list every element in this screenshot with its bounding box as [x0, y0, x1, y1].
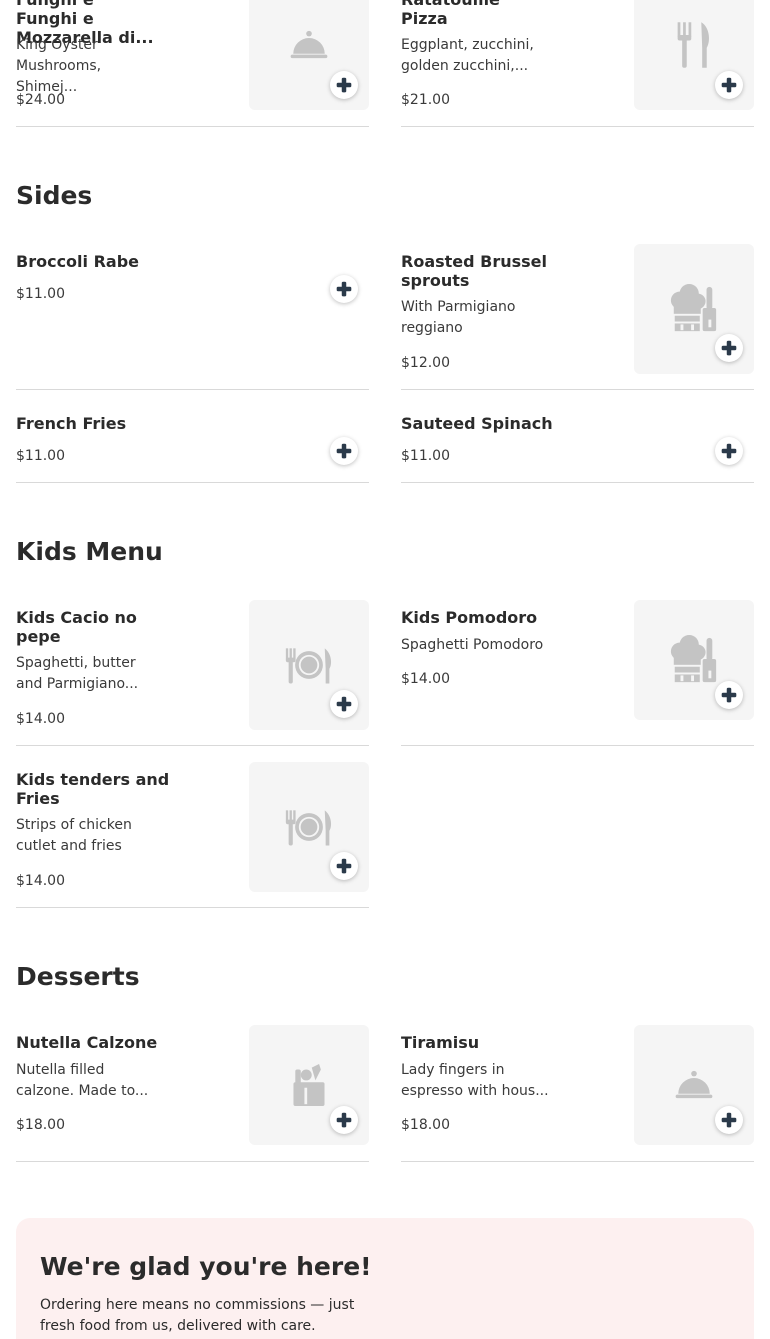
item-price: $14.00 [16, 711, 65, 727]
cloche-icon [673, 1067, 715, 1103]
item-price: $12.00 [401, 355, 450, 371]
item-name: Ratatouille Pizza [401, 0, 500, 28]
item-name: Roasted Brussel sprouts [401, 252, 548, 290]
item-price: $14.00 [401, 671, 450, 687]
item-description: Spaghetti Pomodoro [401, 637, 544, 653]
item-description: Nutella filled calzone. Made to... [16, 1062, 149, 1099]
chef-icon [668, 634, 720, 686]
plus-icon [335, 1111, 353, 1129]
add-item-button[interactable] [715, 437, 743, 465]
item-price: $11.00 [401, 448, 450, 464]
menu-item[interactable]: Roasted Brussel sprouts With Parmigiano … [401, 244, 754, 390]
chef-icon [668, 283, 720, 335]
menu-item[interactable]: Nutella Calzone Nutella filled calzone. … [16, 1025, 369, 1162]
plus-icon [335, 442, 353, 460]
add-item-button[interactable] [330, 437, 358, 465]
add-item-button[interactable] [715, 681, 743, 709]
add-item-button[interactable] [330, 275, 358, 303]
item-description: Strips of chicken cutlet and fries [16, 817, 132, 854]
add-item-button[interactable] [330, 1106, 358, 1134]
item-name: Sauteed Spinach [401, 414, 553, 433]
plus-icon [720, 442, 738, 460]
grocery-bag-icon [288, 1062, 330, 1108]
plus-icon [720, 686, 738, 704]
add-item-button[interactable] [330, 71, 358, 99]
item-price: $14.00 [16, 873, 65, 889]
item-description: Spaghetti, butter and Parmigiano... [16, 655, 139, 692]
plus-icon [335, 857, 353, 875]
welcome-banner: We're glad you're here! Ordering here me… [16, 1218, 754, 1339]
plus-icon [720, 339, 738, 357]
item-name: Kids Pomodoro [401, 608, 538, 627]
item-price: $11.00 [16, 286, 65, 302]
plate-utensils-icon [284, 644, 334, 686]
banner-text: Ordering here means no commissions — jus… [40, 1297, 355, 1334]
item-price: $18.00 [16, 1117, 65, 1133]
banner-title: We're glad you're here! [40, 1252, 372, 1281]
item-price: $11.00 [16, 448, 65, 464]
menu-item[interactable]: Kids tenders and Fries Strips of chicken… [16, 762, 369, 908]
section-title-kids-menu: Kids Menu [16, 537, 163, 566]
menu-item[interactable]: Ratatouille Pizza Eggplant, zucchini, go… [401, 0, 754, 127]
plus-icon [335, 280, 353, 298]
add-item-button[interactable] [715, 1106, 743, 1134]
item-name: Kids Cacio no pepe [16, 608, 137, 646]
item-price: $21.00 [401, 92, 450, 108]
item-name: Broccoli Rabe [16, 252, 139, 271]
section-title-sides: Sides [16, 181, 93, 210]
item-name: Tiramisu [401, 1033, 480, 1052]
item-description: With Parmigiano reggiano [401, 299, 516, 336]
menu-item[interactable]: French Fries $11.00 [16, 406, 369, 483]
menu-item[interactable]: Funghi e Funghi e Mozzarella di... King … [16, 0, 369, 127]
cloche-icon [288, 27, 330, 63]
plate-utensils-icon [284, 806, 334, 848]
plus-icon [335, 76, 353, 94]
item-name: French Fries [16, 414, 127, 433]
plus-icon [720, 76, 738, 94]
item-description: Eggplant, zucchini, golden zucchini,... [401, 37, 534, 74]
add-item-button[interactable] [330, 852, 358, 880]
menu-item[interactable]: Sauteed Spinach $11.00 [401, 406, 754, 483]
add-item-button[interactable] [715, 71, 743, 99]
section-title-desserts: Desserts [16, 962, 140, 991]
item-price: $18.00 [401, 1117, 450, 1133]
item-description: King Oyster Mushrooms, Shimej... [16, 37, 102, 95]
fork-knife-icon [674, 20, 714, 70]
menu-item[interactable]: Broccoli Rabe $11.00 [16, 244, 369, 390]
item-description: Lady fingers in espresso with hous... [401, 1062, 549, 1099]
add-item-button[interactable] [330, 690, 358, 718]
plus-icon [335, 695, 353, 713]
item-name: Nutella Calzone [16, 1033, 158, 1052]
menu-item[interactable]: Tiramisu Lady fingers in espresso with h… [401, 1025, 754, 1162]
menu-item[interactable]: Kids Pomodoro Spaghetti Pomodoro $14.00 [401, 600, 754, 746]
plus-icon [720, 1111, 738, 1129]
add-item-button[interactable] [715, 334, 743, 362]
menu-item[interactable]: Kids Cacio no pepe Spaghetti, butter and… [16, 600, 369, 746]
item-name: Kids tenders and Fries [16, 770, 170, 808]
item-price: $24.00 [16, 92, 65, 108]
